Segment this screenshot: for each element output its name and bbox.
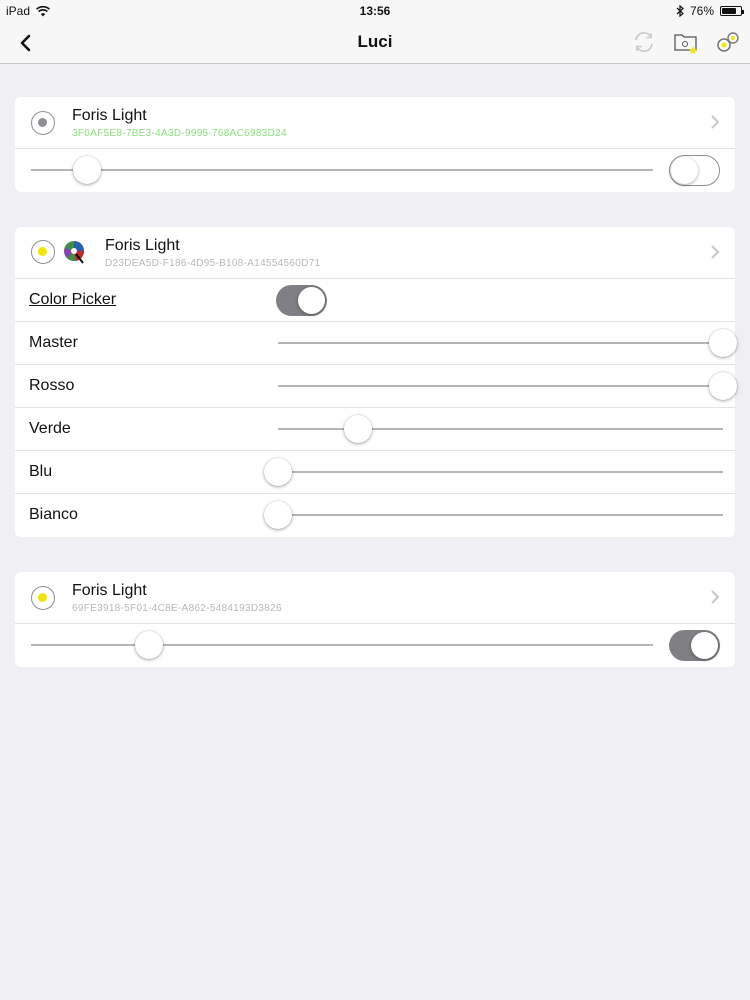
light-select-radio[interactable]: [31, 111, 55, 135]
rosso-slider[interactable]: [278, 365, 737, 407]
radio-dot: [38, 247, 47, 256]
channel-row-verde: Verde: [15, 408, 735, 451]
toggle-knob: [691, 632, 718, 659]
color-picker-toggle[interactable]: [276, 285, 327, 316]
battery-fill: [722, 8, 736, 14]
status-bar: iPad 13:56 76%: [0, 0, 750, 22]
bianco-slider[interactable]: [264, 494, 723, 536]
blu-slider[interactable]: [264, 451, 723, 493]
toggle-knob: [298, 287, 325, 314]
light-header-row[interactable]: Foris Light 3F0AF5E8-7BE3-4A3D-9995-768A…: [15, 97, 735, 149]
channel-label: Rosso: [29, 377, 75, 394]
slider-track: [278, 342, 723, 344]
master-slider[interactable]: [278, 322, 737, 364]
bluetooth-icon: [676, 5, 684, 17]
light-header-row[interactable]: Foris Light D23DEA5D-F186-4D95-B108-A145…: [15, 227, 735, 279]
light-uuid: D23DEA5D-F186-4D95-B108-A14554560D71: [105, 258, 321, 269]
verde-slider[interactable]: [278, 408, 723, 450]
color-picker-row: Color Picker: [15, 279, 735, 322]
slider-thumb[interactable]: [709, 372, 737, 400]
toggle-knob: [670, 156, 698, 184]
slider-thumb[interactable]: [135, 631, 164, 659]
color-wheel-icon: [64, 241, 85, 264]
light-name: Foris Light: [105, 237, 180, 254]
slider-track: [278, 514, 723, 516]
light-card: Foris Light 69FE3918-5F01-4C8E-A862-5484…: [15, 572, 735, 667]
settings-icon: [717, 32, 739, 52]
sync-icon: [635, 32, 653, 52]
power-toggle[interactable]: [669, 630, 720, 661]
chevron-right-icon[interactable]: [709, 244, 721, 260]
slider-thumb[interactable]: [264, 458, 292, 486]
power-toggle[interactable]: [669, 155, 720, 186]
brightness-slider[interactable]: [31, 149, 653, 191]
light-card: Foris Light 3F0AF5E8-7BE3-4A3D-9995-768A…: [15, 97, 735, 192]
radio-dot: [38, 118, 47, 127]
chevron-right-icon[interactable]: [709, 589, 721, 605]
light-select-radio[interactable]: [31, 586, 55, 610]
channel-label: Blu: [29, 463, 53, 480]
battery-icon: [720, 6, 744, 16]
channel-row-rosso: Rosso: [15, 365, 737, 408]
slider-track: [278, 471, 723, 473]
slider-track: [278, 385, 723, 387]
slider-track: [31, 644, 653, 646]
brightness-row: [15, 149, 735, 191]
channel-label: Master: [29, 334, 78, 351]
slider-thumb[interactable]: [264, 501, 292, 529]
settings-button[interactable]: [714, 28, 742, 56]
channel-row-master: Master: [15, 322, 737, 365]
light-name: Foris Light: [72, 582, 147, 599]
light-card: Foris Light D23DEA5D-F186-4D95-B108-A145…: [15, 227, 737, 537]
battery-percent: 76%: [689, 4, 714, 18]
light-uuid: 3F0AF5E8-7BE3-4A3D-9995-768AC6983D24: [72, 128, 287, 139]
light-uuid: 69FE3918-5F01-4C8E-A862-5484193D3826: [72, 603, 282, 614]
navigation-bar: Luci: [0, 22, 750, 64]
sync-button[interactable]: [630, 28, 658, 56]
slider-thumb[interactable]: [344, 415, 373, 443]
light-select-radio[interactable]: [31, 240, 55, 264]
light-header-row[interactable]: Foris Light 69FE3918-5F01-4C8E-A862-5484…: [15, 572, 735, 624]
channel-row-blu: Blu: [15, 451, 735, 494]
chevron-right-icon[interactable]: [709, 114, 721, 130]
light-name: Foris Light: [72, 107, 147, 124]
channel-label: Verde: [29, 420, 71, 437]
slider-thumb[interactable]: [72, 156, 101, 184]
color-picker-link[interactable]: Color Picker: [29, 291, 116, 309]
folder-button[interactable]: [672, 28, 700, 56]
slider-track: [31, 169, 653, 171]
channel-label: Bianco: [29, 506, 78, 523]
slider-thumb[interactable]: [709, 329, 737, 357]
channel-row-bianco: Bianco: [15, 494, 735, 537]
folder-icon: [674, 34, 697, 54]
brightness-slider[interactable]: [31, 624, 653, 666]
status-time: 13:56: [359, 4, 391, 18]
brightness-row: [15, 624, 735, 666]
radio-dot: [38, 593, 47, 602]
